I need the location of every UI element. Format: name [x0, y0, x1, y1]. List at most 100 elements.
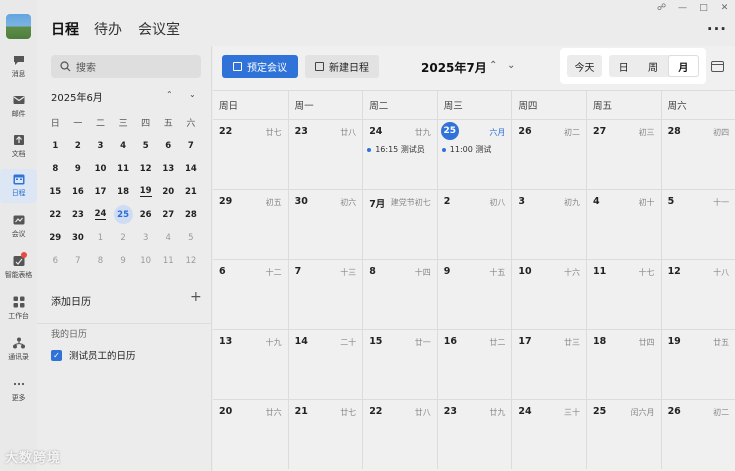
tab-schedule[interactable]: 日程	[51, 19, 79, 39]
more-menu-button[interactable]: ···	[707, 20, 727, 38]
rail-item-smart-sheet[interactable]: 智能表格	[0, 251, 37, 285]
checkbox-checked-icon[interactable]: ✓	[51, 349, 62, 361]
maximize-icon[interactable]: □	[693, 0, 714, 16]
day-cell[interactable]: 29 初五	[213, 189, 288, 259]
rail-item-contacts[interactable]: 通讯录	[0, 333, 37, 367]
side-panel-icon[interactable]	[711, 61, 724, 72]
mini-day[interactable]: 17	[89, 180, 112, 203]
day-cell[interactable]: 7月 建党节初七	[362, 189, 437, 259]
day-cell[interactable]: 17 廿三	[511, 329, 586, 399]
mini-day[interactable]: 15	[44, 180, 67, 203]
mini-day[interactable]: 5	[180, 226, 203, 249]
rail-item-meeting[interactable]: 会议	[0, 210, 37, 244]
add-calendar-button[interactable]: +	[190, 289, 202, 305]
rail-item-workbench[interactable]: 工作台	[0, 292, 37, 326]
avatar[interactable]	[6, 14, 31, 39]
day-cell[interactable]: 16 廿二	[436, 329, 512, 399]
mini-day[interactable]: 5	[134, 134, 157, 157]
day-cell[interactable]: 24 三十	[511, 399, 586, 469]
mini-day[interactable]: 8	[89, 249, 112, 272]
day-cell[interactable]: 15 廿一	[362, 329, 437, 399]
mini-day[interactable]: 30	[67, 226, 90, 249]
today-button[interactable]: 今天	[567, 55, 602, 77]
day-cell[interactable]: 6 十二	[213, 259, 288, 329]
day-cell[interactable]: 24 廿九 16:15 测试员	[362, 119, 437, 189]
view-month-button[interactable]: 月	[667, 55, 699, 77]
mini-day[interactable]: 29	[44, 226, 67, 249]
mini-day[interactable]: 3	[89, 134, 112, 157]
mini-day[interactable]: 20	[157, 180, 180, 203]
mini-day[interactable]: 9	[112, 249, 135, 272]
chevron-up-icon[interactable]: ⌃	[166, 90, 173, 99]
day-cell[interactable]: 9 十五	[436, 259, 512, 329]
day-cell[interactable]: 21 廿七	[287, 399, 363, 469]
mini-day[interactable]: 3	[134, 226, 157, 249]
mini-day[interactable]: 26	[134, 203, 157, 226]
search-input[interactable]: 搜索	[51, 55, 201, 78]
day-cell[interactable]: 30 初六	[287, 189, 363, 259]
event-item[interactable]: 11:00 测试	[442, 144, 492, 155]
mini-day[interactable]: 12	[180, 249, 203, 272]
mini-day[interactable]: 8	[44, 157, 67, 180]
mini-day[interactable]: 10	[134, 249, 157, 272]
event-item[interactable]: 16:15 测试员	[367, 144, 425, 155]
day-cell[interactable]: 11 十七	[585, 259, 661, 329]
day-cell[interactable]: 28 初四	[660, 119, 735, 189]
day-cell[interactable]: 23 廿八	[287, 119, 363, 189]
day-cell[interactable]: 25 闰六月	[585, 399, 661, 469]
pin-icon[interactable]: ☍	[651, 0, 672, 16]
day-cell[interactable]: 26 初二	[660, 399, 735, 469]
mini-day[interactable]: 2	[67, 134, 90, 157]
mini-day[interactable]: 14	[180, 157, 203, 180]
mini-day[interactable]: 25	[112, 203, 135, 226]
mini-day[interactable]: 6	[44, 249, 67, 272]
mini-day[interactable]: 12	[134, 157, 157, 180]
rail-item-docs[interactable]: 文档	[0, 130, 37, 164]
mini-day[interactable]: 1	[89, 226, 112, 249]
day-cell[interactable]: 20 廿六	[213, 399, 288, 469]
day-cell[interactable]: 22 廿七	[213, 119, 288, 189]
day-cell[interactable]: 7 十三	[287, 259, 363, 329]
close-icon[interactable]: ✕	[714, 0, 735, 16]
mini-day[interactable]: 7	[67, 249, 90, 272]
chevron-up-icon[interactable]: ⌃	[489, 60, 497, 71]
day-cell[interactable]: 25 六月 11:00 测试	[436, 119, 512, 189]
mini-day[interactable]: 22	[44, 203, 67, 226]
mini-day[interactable]: 18	[112, 180, 135, 203]
mini-day[interactable]: 4	[157, 226, 180, 249]
mini-day[interactable]: 9	[67, 157, 90, 180]
day-cell[interactable]: 14 二十	[287, 329, 363, 399]
mini-day[interactable]: 23	[67, 203, 90, 226]
day-cell[interactable]: 10 十六	[511, 259, 586, 329]
mini-day[interactable]: 27	[157, 203, 180, 226]
mini-day[interactable]: 11	[157, 249, 180, 272]
day-cell[interactable]: 12 十八	[660, 259, 735, 329]
day-cell[interactable]: 4 初十	[585, 189, 661, 259]
book-meeting-button[interactable]: 预定会议	[222, 55, 298, 78]
chevron-down-icon[interactable]: ⌄	[189, 90, 196, 99]
view-day-button[interactable]: 日	[609, 55, 638, 77]
mini-day[interactable]: 1	[44, 134, 67, 157]
mini-day[interactable]: 24	[89, 203, 112, 226]
day-cell[interactable]: 3 初九	[511, 189, 586, 259]
mini-day[interactable]: 7	[180, 134, 203, 157]
mini-day[interactable]: 21	[180, 180, 203, 203]
day-cell[interactable]: 18 廿四	[585, 329, 661, 399]
day-cell[interactable]: 5 十一	[660, 189, 735, 259]
mini-day[interactable]: 28	[180, 203, 203, 226]
day-cell[interactable]: 8 十四	[362, 259, 437, 329]
day-cell[interactable]: 27 初三	[585, 119, 661, 189]
mini-day[interactable]: 2	[112, 226, 135, 249]
mini-day[interactable]: 6	[157, 134, 180, 157]
chevron-down-icon[interactable]: ⌄	[507, 60, 515, 71]
mini-day[interactable]: 4	[112, 134, 135, 157]
mini-day[interactable]: 13	[157, 157, 180, 180]
view-week-button[interactable]: 周	[638, 55, 667, 77]
day-cell[interactable]: 26 初二	[511, 119, 586, 189]
rail-item-mail[interactable]: 邮件	[0, 90, 37, 124]
mini-day[interactable]: 10	[89, 157, 112, 180]
mini-day[interactable]: 16	[67, 180, 90, 203]
rail-item-more[interactable]: 更多	[0, 374, 37, 408]
tab-meeting-room[interactable]: 会议室	[138, 19, 180, 39]
new-event-button[interactable]: 新建日程	[305, 55, 379, 78]
